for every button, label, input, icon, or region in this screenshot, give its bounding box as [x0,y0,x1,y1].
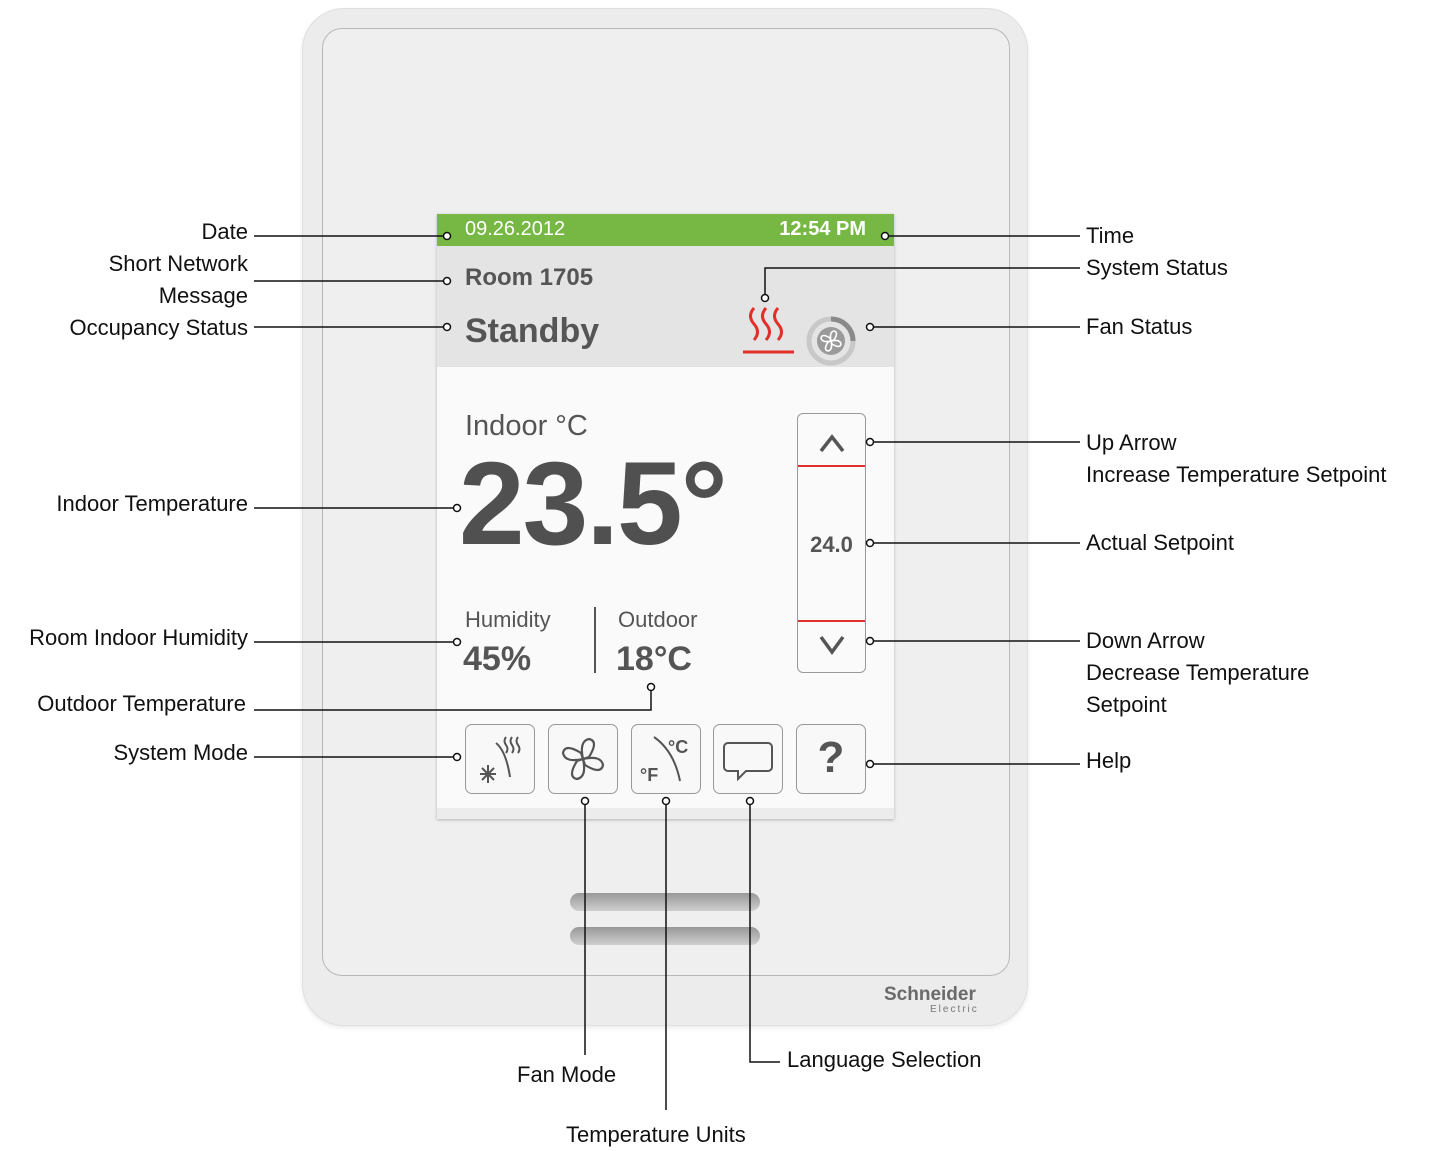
outdoor-temperature: 18°C [616,640,692,678]
callout-down-arrow-2: Decrease Temperature [1086,660,1310,685]
date-display: 09.26.2012 [465,218,566,240]
svg-text:°C: °C [668,737,688,757]
callout-short-network-message-2: Message [158,283,248,308]
callout-system-status: System Status [1086,255,1228,280]
callout-short-network-message-1: Short Network [108,251,248,276]
down-divider-line [798,620,865,622]
callout-language-selection: Language Selection [787,1047,982,1072]
callout-system-mode: System Mode [113,740,249,765]
callout-fan-status: Fan Status [1086,314,1193,339]
speech-bubble-icon [723,742,773,782]
occupancy-status: Standby [465,312,600,350]
humidity-value: 45% [463,640,532,678]
up-divider-line [798,465,865,467]
brand-subtitle: Electric [930,1004,979,1015]
top-status-bar: 09.26.2012 12:54 PM [437,214,894,246]
thermostat-screen: 09.26.2012 12:54 PM Room 1705 Standby In… [437,214,894,819]
callout-actual-setpoint: Actual Setpoint [1086,530,1234,555]
fan-status-icon [806,316,856,366]
help-button[interactable]: ? [796,724,866,794]
callout-fan-mode: Fan Mode [517,1062,617,1087]
brand-logo: Schneider [884,984,976,1005]
outdoor-label: Outdoor [618,607,698,632]
callout-room-indoor-humidity: Room Indoor Humidity [29,625,248,650]
callout-indoor-temperature: Indoor Temperature [56,491,248,516]
language-selection-button[interactable] [713,724,783,794]
callout-down-arrow-1: Down Arrow [1086,628,1205,653]
system-mode-icon [480,736,521,783]
system-mode-button[interactable] [465,724,535,794]
chevron-down-icon [819,635,844,655]
heating-icon [743,307,794,354]
time-display: 12:54 PM [779,218,866,240]
up-arrow-button[interactable] [798,420,865,464]
setpoint-control: 24.0 [797,413,866,673]
humidity-label: Humidity [465,607,551,632]
chevron-up-icon [819,434,844,453]
callout-up-arrow-2: Increase Temperature Setpoint [1086,462,1387,487]
temperature-units-button[interactable]: °C °F [631,724,701,794]
help-icon: ? [817,733,845,782]
screen-bottom-band [437,808,894,819]
callout-date: Date [201,219,248,244]
indoor-temperature: 23.5° [459,438,728,570]
temperature-units-icon: °C °F [640,736,688,785]
fan-icon [561,737,605,781]
short-network-message: Room 1705 [465,264,594,291]
status-area: Room 1705 Standby [437,246,894,367]
callout-down-arrow-3: Setpoint [1086,692,1167,717]
vent-slot [570,893,760,911]
callout-occupancy-status: Occupancy Status [69,315,248,340]
vent-slot [570,927,760,945]
svg-text:°F: °F [640,765,658,785]
callout-help: Help [1086,748,1132,773]
callout-up-arrow-1: Up Arrow [1086,430,1177,455]
fan-mode-button[interactable] [548,724,618,794]
callout-temperature-units: Temperature Units [566,1122,746,1147]
callout-time: Time [1086,223,1135,248]
callout-outdoor-temperature: Outdoor Temperature [37,691,246,716]
down-arrow-button[interactable] [798,626,865,670]
actual-setpoint: 24.0 [810,532,853,557]
divider [594,607,596,673]
